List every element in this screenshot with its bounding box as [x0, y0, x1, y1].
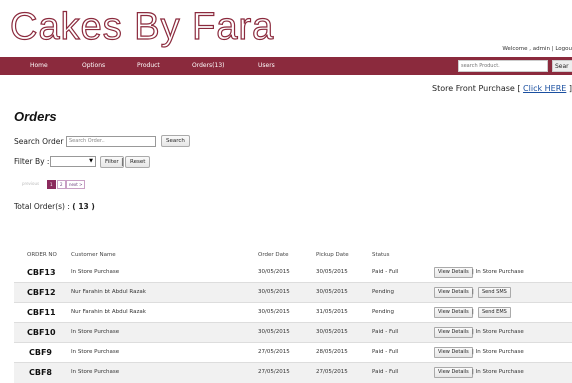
order-no: CBF9: [29, 348, 52, 357]
order-date: 30/05/2015: [258, 309, 290, 315]
order-status: Paid - Full: [372, 349, 399, 355]
pagination-page-1: 1: [47, 180, 56, 189]
nav-product[interactable]: Product: [137, 62, 160, 69]
customer-name: Nur Farahin bt Abdul Razak: [71, 289, 146, 295]
pickup-date: 30/05/2015: [316, 269, 348, 275]
click-here-link[interactable]: Click HERE: [523, 84, 566, 93]
order-status: Pending: [372, 289, 394, 295]
customer-name: In Store Purchase: [71, 269, 120, 275]
col-status: Status: [372, 252, 390, 258]
filter-by-label: Filter By :: [14, 157, 50, 166]
page-title: Orders: [14, 109, 57, 124]
filter-separator: |: [121, 157, 124, 166]
row-extra-text: | In Store Purchase: [472, 269, 524, 275]
total-orders-value: ( 13 ): [72, 202, 95, 211]
pickup-date: 27/05/2015: [316, 369, 348, 375]
col-pickup-date: Pickup Date: [316, 252, 349, 258]
pagination-page-2[interactable]: 2: [57, 180, 66, 189]
store-front-label: Store Front Purchase [: [432, 84, 521, 93]
customer-name: In Store Purchase: [71, 329, 120, 335]
col-order-date: Order Date: [258, 252, 289, 258]
row-separator: |: [472, 309, 474, 315]
view-details-button[interactable]: View Details: [434, 347, 473, 358]
site-logo: Cakes By Fara: [9, 6, 275, 48]
view-details-button[interactable]: View Details: [434, 287, 473, 298]
welcome-label: Welcome , admin |: [502, 46, 554, 52]
order-date: 27/05/2015: [258, 349, 290, 355]
table-row: CBF12 Nur Farahin bt Abdul Razak 30/05/2…: [14, 283, 572, 303]
filter-select[interactable]: ▼: [50, 156, 96, 167]
table-row: CBF13 In Store Purchase 30/05/2015 30/05…: [14, 263, 572, 283]
customer-name: In Store Purchase: [71, 369, 120, 375]
pickup-date: 31/05/2015: [316, 309, 348, 315]
order-date: 30/05/2015: [258, 269, 290, 275]
view-details-button[interactable]: View Details: [434, 327, 473, 338]
customer-name: Nur Farahin bt Abdul Razak: [71, 309, 146, 315]
table-row: CBF11 Nur Farahin bt Abdul Razak 30/05/2…: [14, 303, 572, 323]
order-status: Pending: [372, 309, 394, 315]
row-extra-text: | In Store Purchase: [472, 329, 524, 335]
order-no: CBF13: [27, 268, 56, 277]
row-extra-text: | In Store Purchase: [472, 349, 524, 355]
pickup-date: 30/05/2015: [316, 329, 348, 335]
order-no: CBF8: [29, 368, 52, 377]
pagination-next[interactable]: next >: [66, 180, 86, 189]
col-order-no: ORDER NO: [27, 252, 57, 258]
nav-users[interactable]: Users: [258, 62, 275, 69]
reset-button[interactable]: Reset: [125, 156, 151, 168]
order-date: 27/05/2015: [258, 369, 290, 375]
order-no: CBF11: [27, 308, 56, 317]
send-ems-button[interactable]: Send EMS: [478, 307, 511, 318]
pickup-date: 28/05/2015: [316, 349, 348, 355]
pagination-previous: previous: [22, 181, 40, 186]
row-separator: |: [472, 289, 474, 295]
view-details-button[interactable]: View Details: [434, 267, 473, 278]
total-orders-label: Total Order(s) :: [14, 202, 70, 211]
send-sms-button[interactable]: Send SMS: [478, 287, 511, 298]
search-button[interactable]: Search: [161, 135, 190, 147]
nav-orders[interactable]: Orders(13): [192, 62, 225, 69]
nav-options[interactable]: Options: [82, 62, 105, 69]
order-no: CBF10: [27, 328, 56, 337]
logout-link[interactable]: Logou: [555, 46, 572, 52]
order-date: 30/05/2015: [258, 329, 290, 335]
product-search-input[interactable]: [458, 60, 548, 72]
order-status: Paid - Full: [372, 369, 399, 375]
store-front-purchase: Store Front Purchase [ Click HERE ]: [432, 84, 572, 93]
order-status: Paid - Full: [372, 269, 399, 275]
table-row: CBF10 In Store Purchase 30/05/2015 30/05…: [14, 323, 572, 343]
view-details-button[interactable]: View Details: [434, 367, 473, 378]
table-row: CBF9 In Store Purchase 27/05/2015 28/05/…: [14, 343, 572, 363]
row-extra-text: | In Store Purchase: [472, 369, 524, 375]
order-no: CBF12: [27, 288, 56, 297]
view-details-button[interactable]: View Details: [434, 307, 473, 318]
customer-name: In Store Purchase: [71, 349, 120, 355]
dropdown-arrow-icon: ▼: [89, 158, 93, 164]
search-order-label: Search Order :: [14, 137, 69, 146]
nav-home[interactable]: Home: [30, 62, 48, 69]
main-nav: Home Options Product Orders(13) Users Se…: [0, 57, 572, 75]
total-orders: Total Order(s) : ( 13 ): [14, 202, 95, 211]
welcome-text: Welcome , admin | Logou: [502, 46, 572, 52]
product-search-button[interactable]: Sear: [552, 60, 572, 72]
table-row: CBF8 In Store Purchase 27/05/2015 27/05/…: [14, 363, 572, 383]
pickup-date: 30/05/2015: [316, 289, 348, 295]
order-date: 30/05/2015: [258, 289, 290, 295]
search-order-input[interactable]: Search Order..: [66, 136, 156, 147]
order-status: Paid - Full: [372, 329, 399, 335]
col-customer-name: Customer Name: [71, 252, 116, 258]
